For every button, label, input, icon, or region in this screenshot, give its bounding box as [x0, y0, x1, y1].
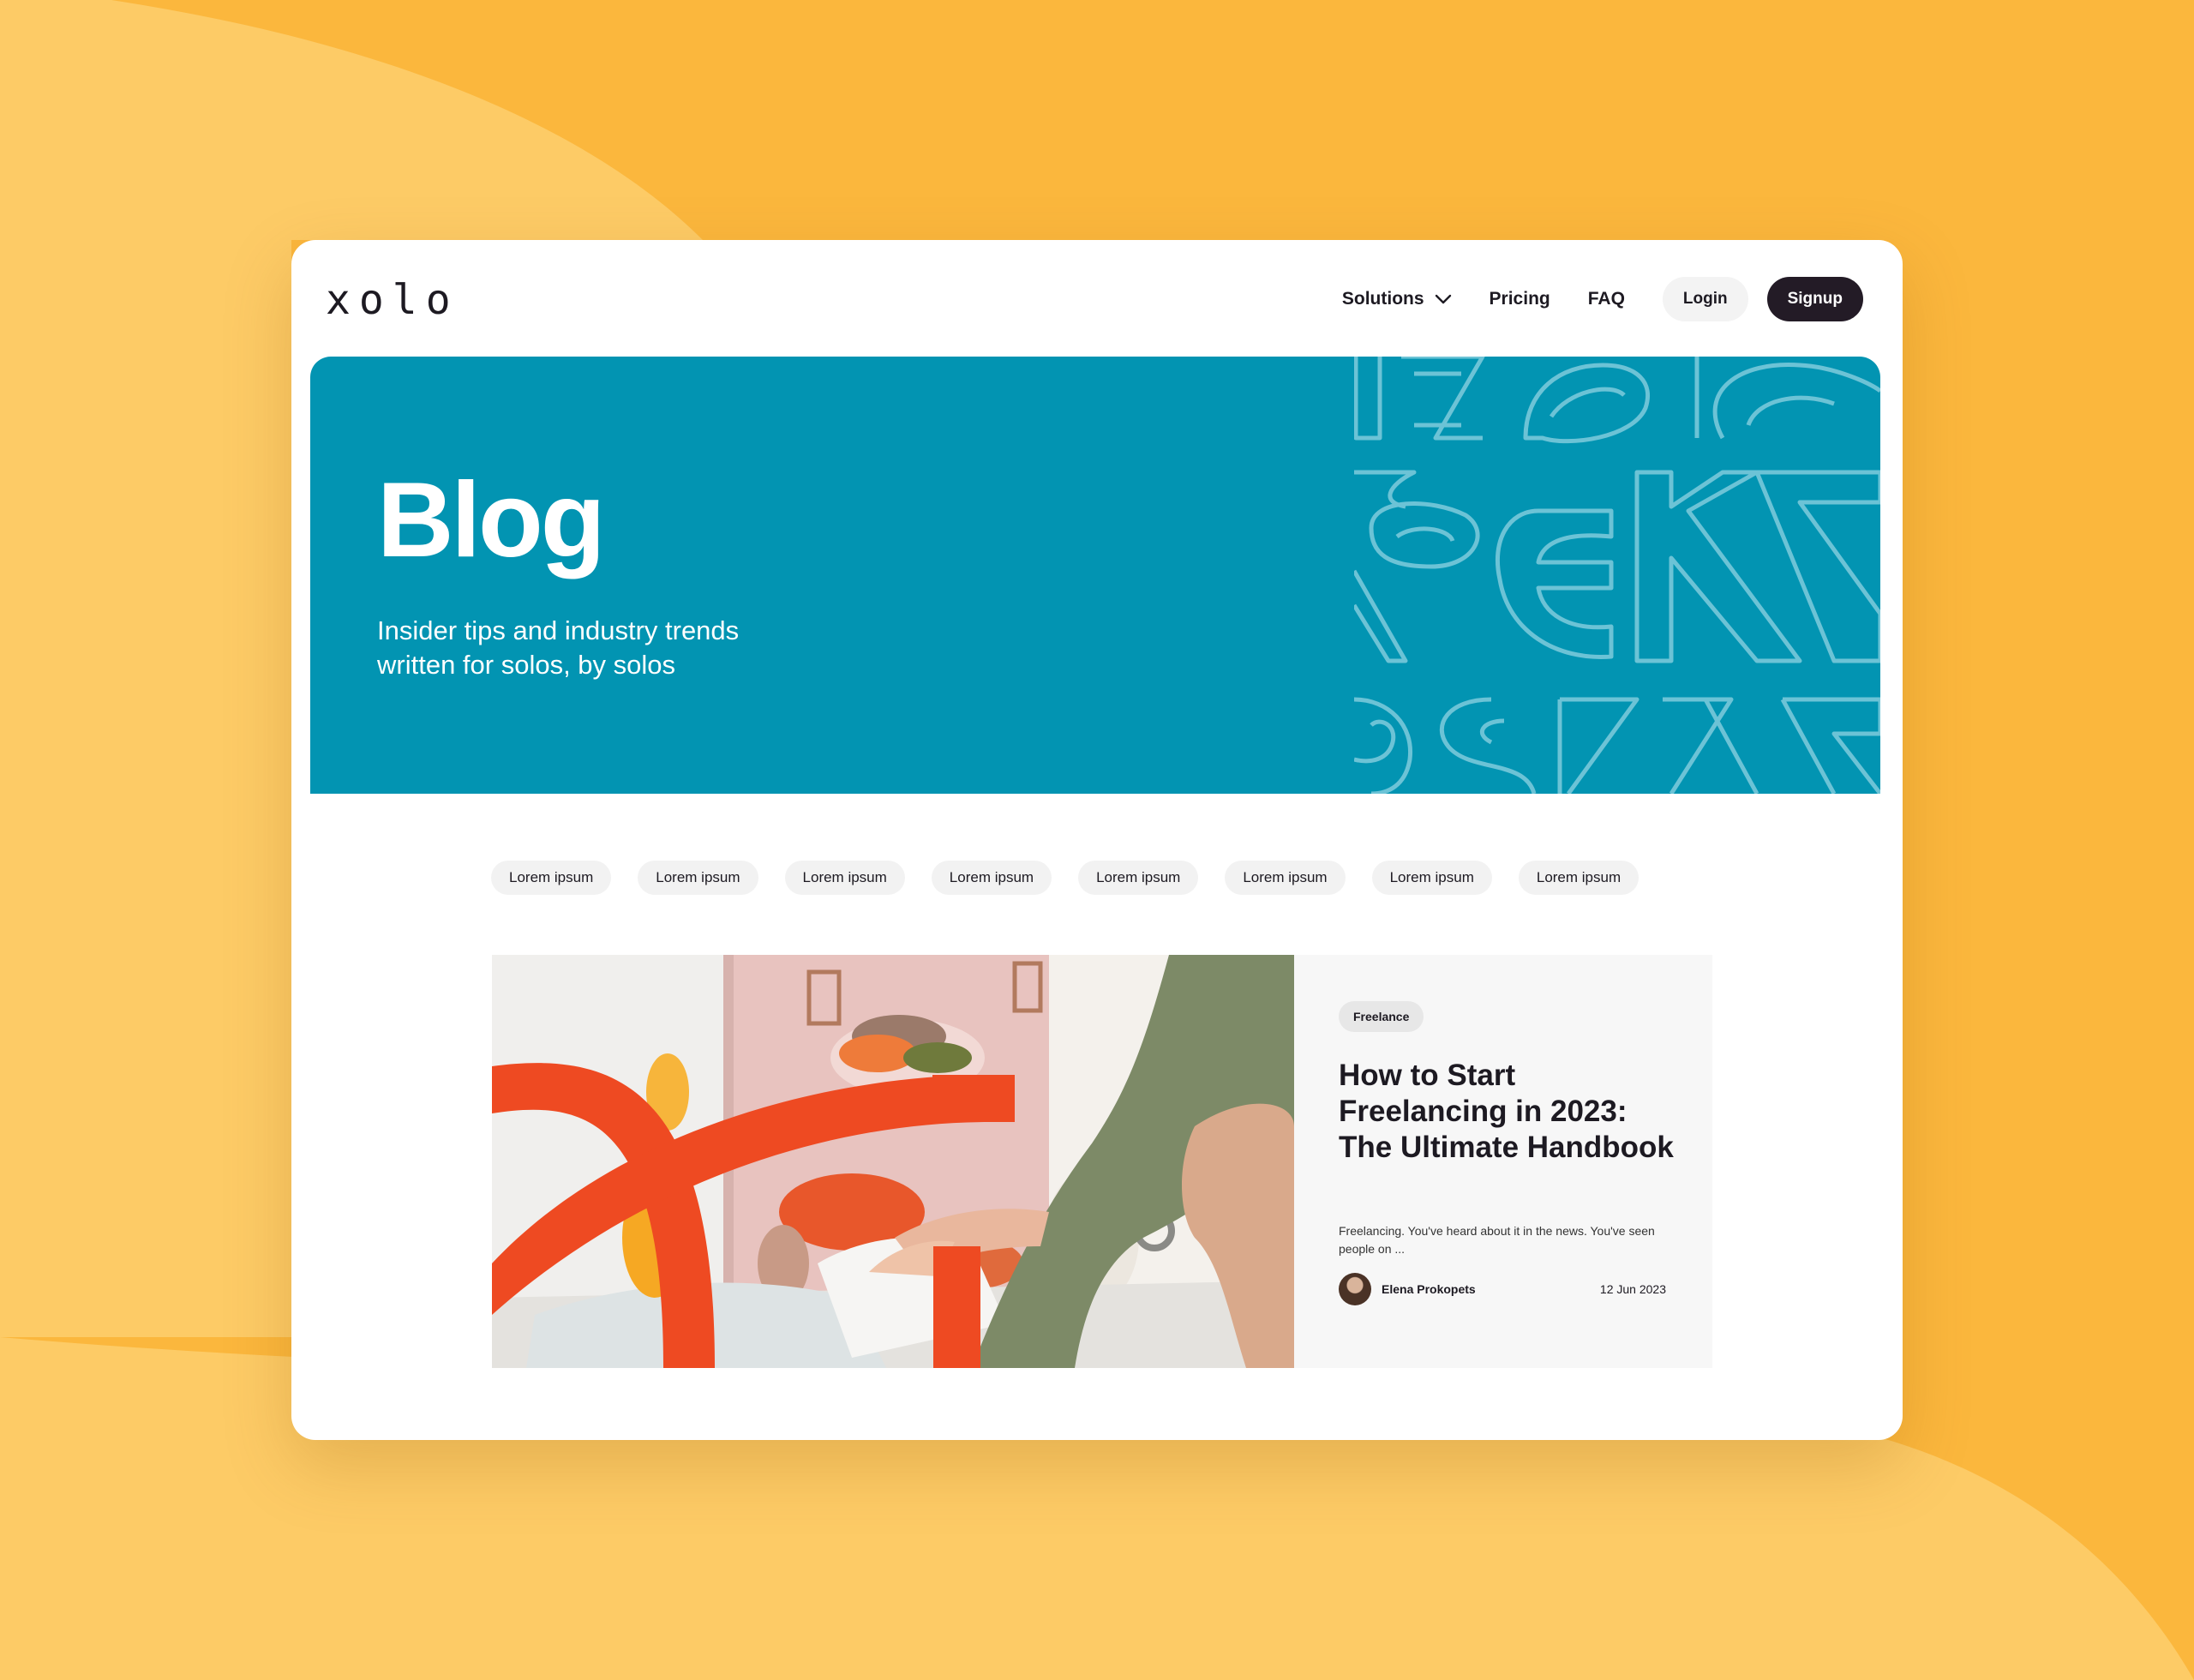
article-title[interactable]: How to Start Freelancing in 2023: The Ul…	[1339, 1058, 1681, 1166]
xolo-logo[interactable]: xolo	[326, 276, 459, 324]
login-button[interactable]: Login	[1662, 277, 1748, 321]
nav-faq[interactable]: FAQ	[1588, 289, 1625, 309]
featured-article-image[interactable]	[492, 955, 1294, 1368]
category-chip[interactable]: Lorem ipsum	[1225, 861, 1346, 895]
category-chip[interactable]: Lorem ipsum	[784, 861, 905, 895]
blog-hero-banner: Blog Insider tips and industry trends wr…	[310, 357, 1880, 794]
decorative-letter-pattern	[1354, 357, 1880, 794]
article-meta: Elena Prokopets 12 Jun 2023	[1339, 1272, 1666, 1306]
browser-window: xolo Solutions Pricing FAQ Login Signup …	[291, 240, 1903, 1440]
featured-article-content: Freelance How to Start Freelancing in 20…	[1339, 955, 1681, 1368]
nav-pricing[interactable]: Pricing	[1490, 289, 1550, 309]
article-category-tag[interactable]: Freelance	[1339, 1001, 1424, 1032]
category-chip[interactable]: Lorem ipsum	[1078, 861, 1199, 895]
avatar	[1339, 1273, 1371, 1305]
category-chip[interactable]: Lorem ipsum	[1518, 861, 1640, 895]
chevron-down-icon	[1435, 294, 1451, 304]
signup-button[interactable]: Signup	[1766, 277, 1863, 321]
category-chip[interactable]: Lorem ipsum	[491, 861, 612, 895]
nav-links: Solutions Pricing FAQ Login Signup	[1342, 276, 1863, 322]
article-excerpt: Freelancing. You've heard about it in th…	[1339, 1224, 1655, 1256]
nav-solutions-label: Solutions	[1341, 289, 1424, 309]
publish-date: 12 Jun 2023	[1599, 1282, 1666, 1296]
nav-solutions[interactable]: Solutions	[1342, 289, 1452, 309]
category-filter-list: Lorem ipsum Lorem ipsum Lorem ipsum Lore…	[491, 861, 1640, 895]
page-title: Blog	[377, 461, 605, 579]
author-name[interactable]: Elena Prokopets	[1382, 1282, 1476, 1296]
featured-article-card[interactable]: Freelance How to Start Freelancing in 20…	[492, 955, 1712, 1368]
category-chip[interactable]: Lorem ipsum	[1371, 861, 1492, 895]
top-navigation: xolo Solutions Pricing FAQ Login Signup	[291, 240, 1903, 360]
page-subtitle: Insider tips and industry trends written…	[377, 615, 740, 680]
category-chip[interactable]: Lorem ipsum	[638, 861, 758, 895]
category-chip[interactable]: Lorem ipsum	[931, 861, 1052, 895]
